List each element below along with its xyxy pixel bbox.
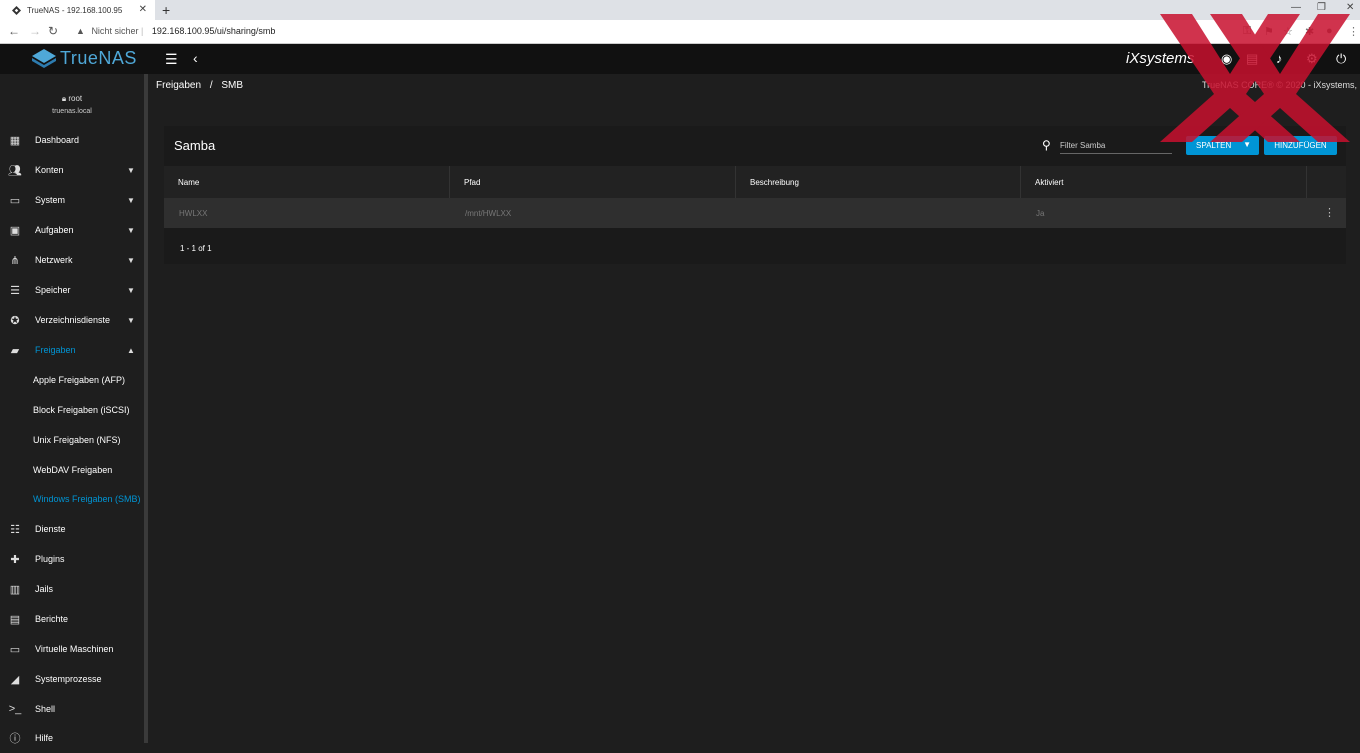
browser-tab-bar: TrueNAS - 192.168.100.95 ✕ + — ❐ ✕: [0, 0, 1360, 20]
sidebar-subitem-iscsi[interactable]: Block Freigaben (iSCSI): [0, 395, 144, 425]
dashboard-icon: ▦: [9, 134, 21, 147]
new-tab-icon[interactable]: +: [162, 2, 170, 18]
caret-down-icon: ▼: [127, 195, 135, 205]
caret-up-icon: ▲: [127, 345, 135, 355]
sidebar-item-dienste[interactable]: ☷ Dienste: [0, 514, 144, 544]
breadcrumb: Freigaben / SMB: [156, 80, 243, 91]
column-header-path[interactable]: Pfad: [450, 166, 736, 198]
breadcrumb-separator: /: [209, 80, 213, 91]
warning-icon: ▲: [76, 26, 85, 36]
cell-description: [736, 198, 751, 228]
caret-down-icon: ▼: [127, 165, 135, 175]
sidebar-subitem-smb[interactable]: Windows Freigaben (SMB): [0, 484, 144, 514]
jail-icon: ▥: [9, 583, 21, 596]
app-header: TrueNAS ☰ ‹ iXsystems ◉ ▤ ♪ ⚙ ⏻: [0, 44, 1360, 74]
collapse-chevron-icon[interactable]: ‹: [193, 50, 198, 66]
caret-down-icon: ▼: [127, 285, 135, 295]
puzzle-icon: ✚: [10, 553, 20, 566]
truenas-logo[interactable]: TrueNAS: [32, 48, 137, 69]
column-header-enabled[interactable]: Aktiviert: [1021, 166, 1307, 198]
sidebar-item-plugins[interactable]: ✚ Plugins: [0, 544, 144, 574]
column-header-description[interactable]: Beschreibung: [736, 166, 1021, 198]
restore-icon[interactable]: ❐: [1317, 2, 1326, 13]
tune-icon: ☷: [10, 523, 20, 536]
sidebar-item-shell[interactable]: >_ Shell: [0, 694, 144, 724]
laptop-icon: ▭: [9, 194, 21, 207]
truenas-logo-icon: [32, 48, 56, 68]
terminal-icon: >_: [8, 703, 22, 715]
user-info: 🔒︎ root truenas.local: [0, 94, 144, 115]
calendar-icon: ▣: [9, 224, 21, 237]
sidebar-item-netzwerk[interactable]: ⋔ Netzwerk ▼: [0, 245, 144, 275]
breadcrumb-parent[interactable]: Freigaben: [156, 80, 201, 91]
sidebar-subitem-nfs[interactable]: Unix Freigaben (NFS): [0, 425, 144, 455]
sidebar-item-systemprozesse[interactable]: ◢ Systemprozesse: [0, 664, 144, 694]
security-label: Nicht sicher: [91, 26, 139, 36]
sidebar-item-dashboard[interactable]: ▦ Dashboard: [0, 125, 144, 155]
columns-button-label: SPALTEN: [1196, 141, 1232, 150]
forward-icon[interactable]: →: [29, 24, 41, 38]
hamburger-menu-icon[interactable]: ☰: [165, 51, 178, 68]
breadcrumb-current: SMB: [221, 80, 244, 91]
process-icon: ◢: [10, 673, 20, 686]
people-icon: 👥︎: [8, 164, 22, 177]
lock-icon: 🔒︎: [61, 94, 67, 103]
address-bar: ← → ↻ ▲ Nicht sicher | 192.168.100.95/ui…: [0, 20, 1360, 44]
browser-tab-title: TrueNAS - 192.168.100.95: [27, 5, 123, 15]
folder-shared-icon: ▰: [10, 344, 20, 357]
truenas-favicon-icon: [12, 5, 21, 15]
column-header-name[interactable]: Name: [164, 166, 450, 198]
cell-enabled: Ja: [1036, 208, 1045, 218]
tab-close-icon[interactable]: ✕: [139, 4, 147, 15]
caret-down-icon: ▼: [127, 255, 135, 265]
host-name: truenas.local: [52, 108, 92, 115]
cell-path: /mnt/HWLXX: [465, 208, 512, 218]
sidebar: 🔒︎ root truenas.local ▦ Dashboard 👥︎ Kon…: [0, 74, 144, 745]
table-row[interactable]: HWLXX /mnt/HWLXX Ja ⋮: [164, 198, 1346, 228]
sidebar-subitem-afp[interactable]: Apple Freigaben (AFP): [0, 365, 144, 395]
samba-table-card: Samba ⚲ SPALTEN ▼ HINZUFÜGEN Name Pfad B…: [164, 126, 1346, 264]
sidebar-item-vms[interactable]: ▭ Virtuelle Maschinen: [0, 634, 144, 664]
table-header: Name Pfad Beschreibung Aktiviert: [164, 166, 1346, 198]
sidebar-item-hilfe[interactable]: ⓘ Hilfe: [0, 723, 144, 753]
sidebar-item-konten[interactable]: 👥︎ Konten ▼: [0, 155, 144, 185]
pagination-label: 1 - 1 of 1: [180, 244, 212, 253]
sidebar-item-berichte[interactable]: ▤ Berichte: [0, 604, 144, 634]
xx-watermark-logo: [1160, 14, 1350, 142]
sidebar-item-system[interactable]: ▭ System ▼: [0, 185, 144, 215]
window-close-icon[interactable]: ✕: [1346, 2, 1354, 13]
minimize-icon[interactable]: —: [1291, 2, 1301, 13]
filter-input[interactable]: [1060, 138, 1172, 154]
sidebar-scrollbar[interactable]: [144, 74, 148, 743]
cell-name: HWLXX: [179, 208, 208, 218]
reload-icon[interactable]: ↻: [48, 24, 58, 38]
sidebar-item-aufgaben[interactable]: ▣ Aufgaben ▼: [0, 215, 144, 245]
help-icon: ⓘ: [9, 733, 21, 745]
row-menu-icon[interactable]: ⋮: [1324, 206, 1335, 219]
sidebar-item-jails[interactable]: ▥ Jails: [0, 574, 144, 604]
url-text: 192.168.100.95/ui/sharing/smb: [151, 26, 276, 36]
sidebar-item-freigaben[interactable]: ▰ Freigaben ▲: [0, 335, 144, 365]
network-icon: ⋔: [10, 254, 20, 267]
card-title: Samba: [174, 138, 216, 153]
storage-icon: ☰: [10, 284, 20, 297]
computer-icon: ▭: [9, 643, 21, 656]
caret-down-icon: ▼: [127, 315, 135, 325]
directory-icon: ✪: [10, 314, 20, 327]
sidebar-item-speicher[interactable]: ☰ Speicher ▼: [0, 275, 144, 305]
caret-down-icon: ▼: [127, 225, 135, 235]
user-name: root: [68, 94, 83, 103]
logo-text: TrueNAS: [60, 48, 137, 68]
back-icon[interactable]: ←: [8, 24, 20, 38]
chart-icon: ▤: [9, 613, 21, 626]
sidebar-subitem-webdav[interactable]: WebDAV Freigaben: [0, 455, 144, 485]
sidebar-item-verzeichnisdienste[interactable]: ✪ Verzeichnisdienste ▼: [0, 305, 144, 335]
search-icon: ⚲: [1042, 138, 1051, 152]
url-field[interactable]: ▲ Nicht sicher | 192.168.100.95/ui/shari…: [76, 26, 275, 36]
browser-tab[interactable]: TrueNAS - 192.168.100.95 ✕: [0, 0, 155, 20]
